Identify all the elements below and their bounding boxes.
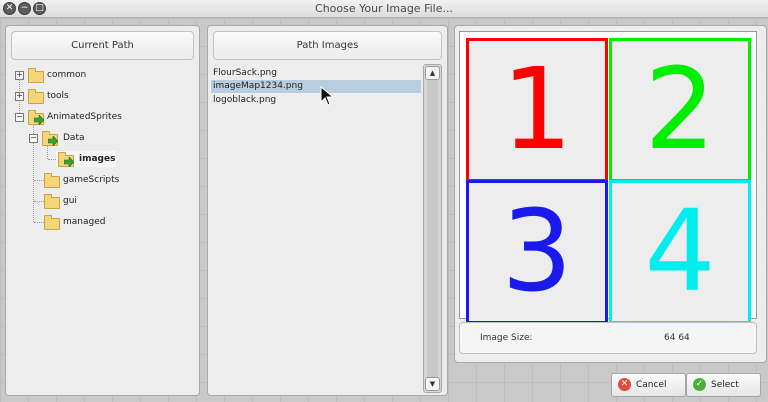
tree-item-animatedsprites[interactable]: − AnimatedSprites: [14, 109, 194, 125]
scroll-up-icon[interactable]: ▲: [425, 66, 440, 80]
expand-icon[interactable]: +: [15, 71, 24, 80]
mouse-cursor-icon: [320, 86, 334, 106]
file-item[interactable]: logoblack.png: [211, 94, 421, 107]
tree-item-label: gameScripts: [63, 175, 120, 185]
open-arrow-icon: [48, 136, 58, 146]
preview-cell-2: 2: [609, 38, 751, 182]
tree-item-label: managed: [63, 217, 106, 227]
image-size-value: 64 64: [664, 333, 690, 343]
current-path-panel: Current Path + common + tools − Animated…: [5, 25, 200, 396]
tree-item-label: Data: [63, 133, 85, 143]
collapse-icon[interactable]: −: [15, 113, 24, 122]
tree-item-images[interactable]: images: [56, 151, 116, 167]
image-size-box: Image Size: 64 64: [459, 322, 757, 354]
scroll-down-icon[interactable]: ▼: [425, 377, 440, 391]
scrollbar-thumb[interactable]: [427, 80, 438, 377]
tree-item-gamescripts[interactable]: gameScripts: [42, 172, 192, 188]
tree-item-tools[interactable]: + tools: [14, 88, 194, 104]
cancel-label: Cancel: [636, 380, 667, 390]
tree-line: [47, 146, 48, 159]
preview-cell-4: 4: [609, 180, 751, 324]
tree-item-label: gui: [63, 196, 77, 206]
folder-icon: [28, 89, 44, 104]
cancel-icon: ✕: [618, 378, 631, 391]
tree-item-label: images: [79, 154, 116, 164]
tree-item-gui[interactable]: gui: [42, 193, 192, 209]
folder-icon: [44, 215, 60, 230]
open-arrow-icon: [34, 115, 44, 125]
checkmark-icon: ✓: [693, 378, 706, 391]
collapse-icon[interactable]: −: [29, 134, 38, 143]
title-bar: ✕ − □ Choose Your Image File...: [0, 0, 768, 18]
current-path-header: Current Path: [11, 31, 194, 60]
expand-icon[interactable]: +: [15, 92, 24, 101]
tree-item-managed[interactable]: managed: [42, 214, 192, 230]
folder-icon: [44, 173, 60, 188]
tree-item-label: tools: [47, 91, 69, 101]
preview-cell-3: 3: [466, 180, 608, 324]
folder-icon: [28, 68, 44, 83]
open-arrow-icon: [64, 157, 74, 167]
select-label: Select: [711, 380, 739, 390]
image-preview: 1 2 3 4: [459, 31, 757, 324]
tree-item-data[interactable]: − Data: [28, 130, 194, 146]
tree-item-label: AnimatedSprites: [47, 112, 122, 122]
preview-cell-1: 1: [466, 38, 608, 182]
select-button[interactable]: ✓ Select: [686, 373, 761, 397]
file-item[interactable]: FlourSack.png: [211, 67, 421, 80]
folder-icon: [44, 194, 60, 209]
file-item-selected[interactable]: imageMap1234.png: [211, 80, 421, 93]
file-list-scrollbar[interactable]: ▲ ▼: [423, 64, 442, 393]
image-size-label: Image Size:: [480, 333, 533, 343]
window-title: Choose Your Image File...: [315, 2, 453, 15]
cancel-button[interactable]: ✕ Cancel: [611, 373, 686, 397]
path-images-header: Path Images: [213, 31, 442, 60]
tree-item-common[interactable]: + common: [14, 67, 194, 83]
tree-item-label: common: [47, 70, 87, 80]
